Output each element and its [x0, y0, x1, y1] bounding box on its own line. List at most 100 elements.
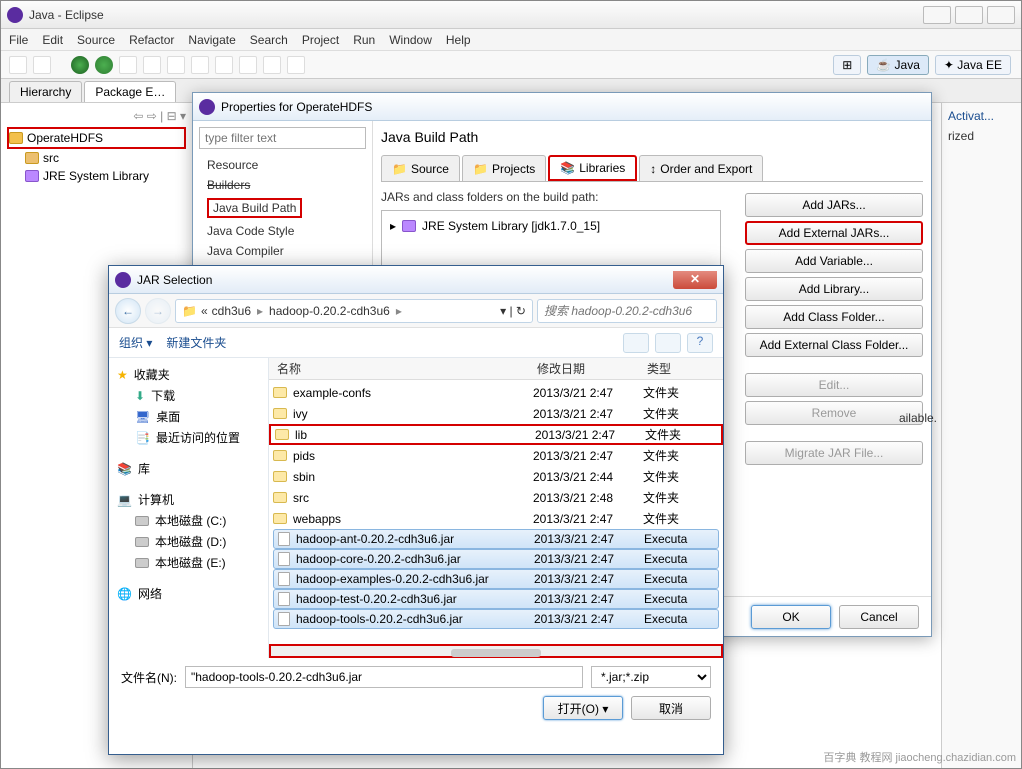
- folder-icon: [275, 429, 289, 440]
- tab-source[interactable]: 📁 Source: [381, 155, 460, 181]
- favorites-group[interactable]: ★收藏夹: [117, 364, 260, 385]
- new-package-button[interactable]: [143, 56, 161, 74]
- tab-libraries[interactable]: 📚 Libraries: [548, 155, 637, 181]
- file-row[interactable]: hadoop-ant-0.20.2-cdh3u6.jar2013/3/21 2:…: [273, 529, 719, 549]
- project-node[interactable]: OperateHDFS: [7, 127, 186, 149]
- properties-titlebar[interactable]: Properties for OperateHDFS: [193, 93, 931, 121]
- horizontal-scrollbar[interactable]: [269, 644, 723, 658]
- menu-source[interactable]: Source: [77, 33, 115, 47]
- folder-icon: [273, 492, 287, 503]
- file-dialog-titlebar[interactable]: JAR Selection ✕: [109, 266, 723, 294]
- filetype-select[interactable]: *.jar;*.zip: [591, 666, 711, 688]
- menu-refactor[interactable]: Refactor: [129, 33, 174, 47]
- run-last-button[interactable]: [119, 56, 137, 74]
- save-button[interactable]: [33, 56, 51, 74]
- debug-button[interactable]: [71, 56, 89, 74]
- cat-java-build-path[interactable]: Java Build Path: [207, 198, 302, 218]
- breadcrumb[interactable]: 📁 « cdh3u6 hadoop-0.20.2-cdh3u6 ▾ | ↻: [175, 299, 533, 323]
- toggle-button[interactable]: [239, 56, 257, 74]
- file-row[interactable]: pids2013/3/21 2:47文件夹: [269, 445, 723, 466]
- add-external-class-folder-button[interactable]: Add External Class Folder...: [745, 333, 923, 357]
- activate-link[interactable]: Activat...: [942, 103, 1021, 129]
- src-node[interactable]: src: [7, 149, 186, 167]
- hierarchy-tab[interactable]: Hierarchy: [9, 81, 82, 102]
- minimize-button[interactable]: [923, 6, 951, 24]
- cat-resource[interactable]: Resource: [199, 155, 366, 175]
- nav-fwd-button[interactable]: [287, 56, 305, 74]
- cancel-button[interactable]: 取消: [631, 696, 711, 720]
- package-explorer-tab[interactable]: Package E…: [84, 81, 176, 102]
- menu-edit[interactable]: Edit: [42, 33, 63, 47]
- computer-group[interactable]: 💻计算机: [117, 489, 260, 510]
- open-button[interactable]: 打开(O) ▾: [543, 696, 623, 720]
- properties-title: Properties for OperateHDFS: [221, 100, 372, 114]
- preview-button[interactable]: [655, 333, 681, 353]
- add-external-jars-button[interactable]: Add External JARs...: [745, 221, 923, 245]
- add-variable-button[interactable]: Add Variable...: [745, 249, 923, 273]
- file-dialog-close-button[interactable]: ✕: [673, 271, 717, 289]
- downloads-item[interactable]: ⬇下载: [117, 385, 260, 406]
- new-folder-button[interactable]: 新建文件夹: [166, 334, 226, 351]
- drive-e-item[interactable]: 本地磁盘 (E:): [117, 552, 260, 573]
- drive-c-item[interactable]: 本地磁盘 (C:): [117, 510, 260, 531]
- run-button[interactable]: [95, 56, 113, 74]
- col-type[interactable]: 类型: [639, 360, 699, 377]
- file-row[interactable]: hadoop-examples-0.20.2-cdh3u6.jar2013/3/…: [273, 569, 719, 589]
- cancel-button[interactable]: Cancel: [839, 605, 919, 629]
- recent-item[interactable]: 📑最近访问的位置: [117, 427, 260, 448]
- menu-window[interactable]: Window: [389, 33, 432, 47]
- network-group[interactable]: 🌐网络: [117, 583, 260, 604]
- filename-input[interactable]: [185, 666, 583, 688]
- file-dialog-sidebar: ★收藏夹 ⬇下载 🖥桌面 📑最近访问的位置 📚库 💻计算机 本地磁盘 (C:) …: [109, 358, 269, 658]
- search-input[interactable]: [537, 299, 717, 323]
- file-row[interactable]: ivy2013/3/21 2:47文件夹: [269, 403, 723, 424]
- tab-order[interactable]: ↕ Order and Export: [639, 155, 763, 181]
- new-class-button[interactable]: [167, 56, 185, 74]
- file-row[interactable]: hadoop-test-0.20.2-cdh3u6.jar2013/3/21 2…: [273, 589, 719, 609]
- add-library-button[interactable]: Add Library...: [745, 277, 923, 301]
- menu-run[interactable]: Run: [353, 33, 375, 47]
- file-list[interactable]: example-confs2013/3/21 2:47文件夹ivy2013/3/…: [269, 380, 723, 644]
- jre-node[interactable]: JRE System Library: [7, 167, 186, 185]
- nav-back-button[interactable]: [263, 56, 281, 74]
- search-button[interactable]: [215, 56, 233, 74]
- file-row[interactable]: webapps2013/3/21 2:47文件夹: [269, 508, 723, 529]
- menu-project[interactable]: Project: [302, 33, 339, 47]
- file-row[interactable]: example-confs2013/3/21 2:47文件夹: [269, 382, 723, 403]
- tab-projects[interactable]: 📁 Projects: [462, 155, 546, 181]
- open-type-button[interactable]: [191, 56, 209, 74]
- cat-compiler[interactable]: Java Compiler: [199, 241, 366, 261]
- file-row[interactable]: hadoop-core-0.20.2-cdh3u6.jar2013/3/21 2…: [273, 549, 719, 569]
- new-button[interactable]: [9, 56, 27, 74]
- file-row[interactable]: hadoop-tools-0.20.2-cdh3u6.jar2013/3/21 …: [273, 609, 719, 629]
- java-perspective[interactable]: ☕ Java: [867, 55, 929, 75]
- menu-navigate[interactable]: Navigate: [188, 33, 235, 47]
- file-row[interactable]: sbin2013/3/21 2:44文件夹: [269, 466, 723, 487]
- menu-search[interactable]: Search: [250, 33, 288, 47]
- col-name[interactable]: 名称: [269, 360, 529, 377]
- organize-menu[interactable]: 组织 ▾: [119, 334, 152, 351]
- help-button[interactable]: ?: [687, 333, 713, 353]
- menu-file[interactable]: File: [9, 33, 28, 47]
- ok-button[interactable]: OK: [751, 605, 831, 629]
- libraries-group[interactable]: 📚库: [117, 458, 260, 479]
- jre-library-entry[interactable]: ▸ JRE System Library [jdk1.7.0_15]: [388, 217, 714, 235]
- nav-back-button[interactable]: ←: [115, 298, 141, 324]
- file-row[interactable]: src2013/3/21 2:48文件夹: [269, 487, 723, 508]
- col-date[interactable]: 修改日期: [529, 360, 639, 377]
- menu-help[interactable]: Help: [446, 33, 471, 47]
- view-mode-button[interactable]: [623, 333, 649, 353]
- open-perspective-button[interactable]: ⊞: [833, 55, 861, 75]
- javaee-perspective[interactable]: ✦ Java EE: [935, 55, 1011, 75]
- filter-input[interactable]: [199, 127, 366, 149]
- add-class-folder-button[interactable]: Add Class Folder...: [745, 305, 923, 329]
- add-jars-button[interactable]: Add JARs...: [745, 193, 923, 217]
- close-button[interactable]: [987, 6, 1015, 24]
- drive-d-item[interactable]: 本地磁盘 (D:): [117, 531, 260, 552]
- folder-icon: [273, 387, 287, 398]
- maximize-button[interactable]: [955, 6, 983, 24]
- desktop-item[interactable]: 🖥桌面: [117, 406, 260, 427]
- cat-builders[interactable]: Builders: [199, 175, 366, 195]
- cat-code-style[interactable]: Java Code Style: [199, 221, 366, 241]
- file-row[interactable]: lib2013/3/21 2:47文件夹: [269, 424, 723, 445]
